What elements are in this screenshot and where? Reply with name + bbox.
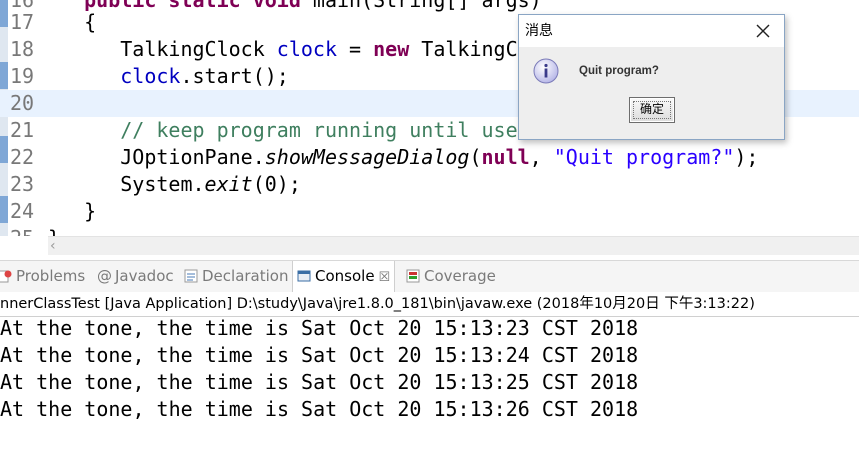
code-text: JOptionPane.showMessageDialog(null, "Qui… [48, 145, 759, 169]
console-icon [297, 270, 311, 282]
problems-icon [0, 270, 12, 283]
dialog-title: 消息 [525, 23, 553, 39]
close-icon[interactable] [752, 20, 774, 42]
console-line: At the tone, the time is Sat Oct 20 15:1… [0, 316, 639, 340]
dialog-title-bar[interactable]: 消息 [519, 15, 784, 47]
scroll-left-icon[interactable]: ‹ [50, 237, 56, 255]
ok-button-label: 确定 [639, 102, 664, 116]
line-number: 21 [10, 118, 35, 142]
code-text: clock.start(); [120, 64, 289, 88]
ok-button[interactable]: 确定 [629, 97, 675, 123]
tab-coverage[interactable]: Coverage [406, 261, 496, 292]
editor-horizontal-scrollbar[interactable]: ‹ [48, 236, 859, 255]
line-number: 25 [10, 225, 36, 236]
code-text: } [48, 199, 97, 223]
declaration-icon [184, 269, 198, 283]
tab-console[interactable]: Console ☒ [292, 261, 396, 292]
console-line: At the tone, the time is Sat Oct 20 15:1… [0, 397, 639, 421]
line-number: 18 [10, 37, 35, 61]
line-number: 23 [10, 172, 35, 196]
code-line[interactable]: 23 System.exit(0); [0, 171, 859, 198]
tab-problems[interactable]: Problems [0, 261, 85, 292]
code-line[interactable]: 24 } [0, 198, 859, 225]
line-number: 19 [10, 64, 35, 88]
console-line: At the tone, the time is Sat Oct 20 15:1… [0, 370, 639, 394]
code-text: } [48, 225, 60, 236]
code-text: { [48, 10, 97, 34]
line-number: 22 [10, 145, 35, 169]
code-text: System.exit(0); [48, 172, 301, 196]
code-line[interactable]: 25} [0, 225, 859, 236]
tab-javadoc[interactable]: @ Javadoc [97, 261, 174, 292]
line-number: 20 [10, 91, 35, 115]
line-number: 17 [10, 10, 35, 34]
info-icon [533, 58, 559, 84]
close-icon[interactable]: ☒ [379, 270, 391, 285]
line-number: 24 [10, 199, 35, 223]
console-launch-description: nnerClassTest [Java Application] D:\stud… [0, 292, 859, 317]
message-dialog: 消息 Quit program? 确定 [518, 14, 785, 140]
javadoc-icon: @ [97, 267, 112, 285]
coverage-icon [406, 269, 420, 283]
dialog-message: Quit program? [579, 65, 659, 77]
tab-declaration[interactable]: Declaration [184, 261, 288, 292]
console-line: At the tone, the time is Sat Oct 20 15:1… [0, 343, 639, 367]
view-tab-bar: Problems @ Javadoc Declaration Console ☒ C… [0, 260, 859, 292]
code-line[interactable]: 22 JOptionPane.showMessageDialog(null, "… [0, 144, 859, 171]
